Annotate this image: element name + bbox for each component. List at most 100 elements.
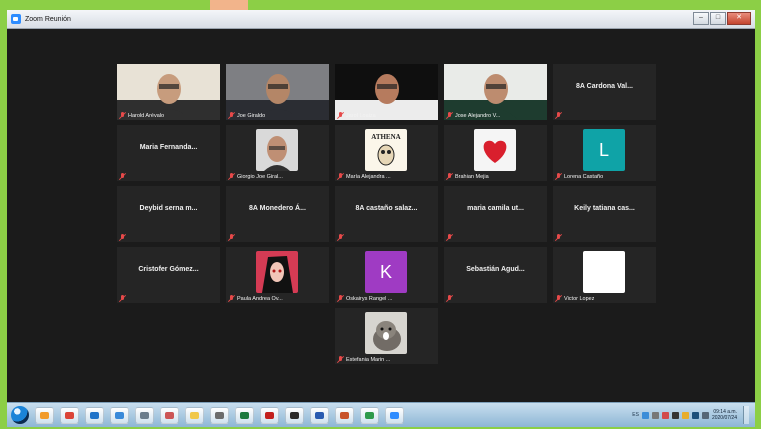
close-button[interactable]: ✕ [727,12,751,25]
ie-icon[interactable] [110,406,129,424]
participant-name-display: Sebastián Agud... [466,266,525,273]
mic-muted-icon [446,295,453,302]
participant-name: María Alejandra ... [346,173,391,180]
folder-icon[interactable] [185,406,204,424]
mic-muted-icon [555,112,562,119]
participant-tile[interactable]: ATHENA María Alejandra ... [335,125,438,181]
participant-label: Brahian Mejia [446,173,489,180]
participant-label [337,234,344,241]
participant-label: Lorena Castaño [555,173,603,180]
participant-name-display: Keily tatiana cas... [574,205,635,212]
participant-label [119,234,126,241]
paint-icon[interactable] [160,406,179,424]
mic-muted-icon [119,295,126,302]
mic-muted-icon [337,112,344,119]
excel-icon[interactable] [235,406,254,424]
participant-tile[interactable]: Sebastián Agud... [444,247,547,303]
participant-tile[interactable]: Victor Lopez [553,247,656,303]
network-icon[interactable] [641,411,649,419]
windows-taskbar: ES 09:14 a.m. 2020/07/24 [7,402,755,427]
athena-owl-image: ATHENA [365,129,407,171]
language-indicator[interactable]: ES [632,412,639,418]
profile-photo [256,129,298,171]
participant-tile[interactable]: L Lorena Castaño [553,125,656,181]
mic-muted-icon [555,234,562,241]
participant-tile[interactable]: Cristofer Gómez... [117,247,220,303]
signal-icon[interactable] [701,411,709,419]
participant-tile[interactable]: 8A Monedero Á... [226,186,329,242]
volume-icon[interactable] [691,411,699,419]
participant-name: Giorgio Joe Giral... [237,173,283,180]
participant-tile[interactable]: 8A Cardona Val... [553,64,656,120]
participant-tile[interactable]: Paula Andrea Ov... [226,247,329,303]
participant-label [119,295,126,302]
mic-muted-icon [119,173,126,180]
participant-tile[interactable]: Brahian Mejia [444,125,547,181]
mic-muted-icon [228,234,235,241]
start-button[interactable] [11,406,29,424]
participant-label: Paula Andrea Ov... [228,295,283,302]
participant-name: Joe Giraldo [237,112,266,119]
word-icon[interactable] [310,406,329,424]
participant-tile[interactable]: Joe Giraldo [226,64,329,120]
monitor-icon[interactable] [671,411,679,419]
participant-tile[interactable]: Jarol Loaiza [335,64,438,120]
participant-name-display: 8A castaño salaz... [355,205,418,212]
warning-icon[interactable] [681,411,689,419]
participant-tile[interactable]: Maria Fernanda... [117,125,220,181]
participant-label [555,112,562,119]
participant-name: Jose Alejandro V... [455,112,501,119]
printer-icon[interactable] [651,411,659,419]
participant-label: Estefania Marin ... [337,356,390,363]
capture-icon[interactable] [285,406,304,424]
participant-label: Joe Giraldo [228,112,265,119]
participant-tile[interactable]: Estefania Marin ... [335,308,438,364]
participant-name: Jarol Loaiza [346,112,376,119]
system-tray: ES 09:14 a.m. 2020/07/24 [632,406,749,424]
mic-muted-icon [446,112,453,119]
avatar-letter: K [379,262,392,282]
antivirus-icon[interactable] [661,411,669,419]
participant-tile[interactable]: Deybid serna m... [117,186,220,242]
chrome-icon[interactable] [60,406,79,424]
participant-tile[interactable]: Jose Alejandro V... [444,64,547,120]
participant-label: Victor Lopez [555,295,594,302]
clock-date: 2020/07/24 [711,415,737,421]
pdf-icon[interactable] [260,406,279,424]
mic-muted-icon [337,356,344,363]
image-text: ATHENA [371,133,400,141]
media-player-icon[interactable] [35,406,54,424]
show-desktop-button[interactable] [743,406,749,424]
participant-name-display: Deybid serna m... [139,205,198,212]
window-titlebar[interactable]: Zoom Reunión – □ ✕ [7,10,755,29]
mic-muted-icon [446,234,453,241]
participant-label: Oskairys Rangel ... [337,295,392,302]
participant-tile[interactable]: maria camila ut... [444,186,547,242]
participant-label [446,295,453,302]
teamviewer-icon[interactable] [85,406,104,424]
nvivo-icon[interactable] [360,406,379,424]
participant-tile[interactable]: K Oskairys Rangel ... [335,247,438,303]
participant-name: Oskairys Rangel ... [346,295,393,302]
maximize-button[interactable]: □ [710,12,726,25]
window-title: Zoom Reunión [25,15,71,23]
participant-tile[interactable]: Harold Arévalo [117,64,220,120]
mic-muted-icon [446,173,453,180]
calculator-icon[interactable] [135,406,154,424]
minimize-button[interactable]: – [693,12,709,25]
participant-tile[interactable]: Giorgio Joe Giral... [226,125,329,181]
powerpoint-icon[interactable] [335,406,354,424]
participant-tile[interactable]: 8A castaño salaz... [335,186,438,242]
sound-recorder-icon[interactable] [210,406,229,424]
participant-name: Estefania Marin ... [346,356,391,363]
participant-name: Victor Lopez [564,295,595,302]
clock[interactable]: 09:14 a.m. 2020/07/24 [712,409,737,421]
mic-muted-icon [337,295,344,302]
participant-name-display: maria camila ut... [467,205,524,212]
participant-name: Paula Andrea Ov... [237,295,283,302]
zoom-icon[interactable] [385,406,404,424]
participant-tile[interactable]: Keily tatiana cas... [553,186,656,242]
mic-muted-icon [337,173,344,180]
cat-image [365,312,407,354]
participant-name: Harold Arévalo [128,112,165,119]
